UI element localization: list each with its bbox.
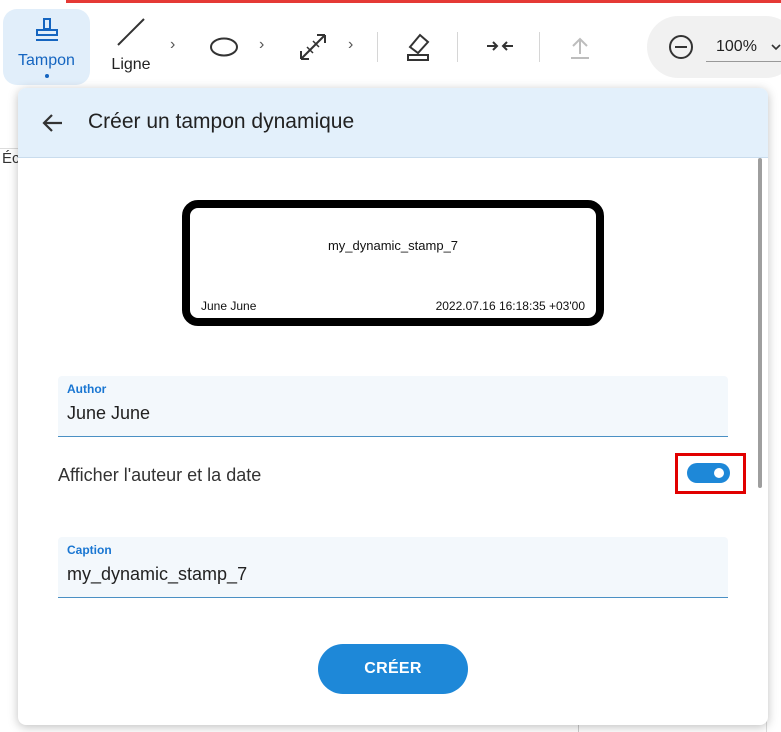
dialog-scrollbar[interactable]	[758, 158, 762, 488]
stamp-preview-date: 2022.07.16 16:18:35 +03'00	[435, 299, 585, 313]
caption-field-label: Caption	[67, 543, 112, 557]
ellipse-icon[interactable]	[208, 36, 240, 58]
zoom-select[interactable]: 100%	[706, 38, 781, 62]
zoom-value: 100%	[716, 38, 757, 55]
zoom-out-icon[interactable]	[667, 33, 695, 61]
upload-icon[interactable]	[568, 34, 592, 62]
toolbar-divider	[457, 32, 458, 62]
line-tool-label: Ligne	[111, 56, 151, 73]
toolbar: Tampon Ligne › › › 100%	[0, 0, 781, 92]
caption-input[interactable]	[67, 561, 707, 587]
background-divider	[0, 148, 20, 149]
arrow-icon[interactable]	[296, 30, 330, 64]
stamp-preview: my_dynamic_stamp_7 June June 2022.07.16 …	[182, 200, 604, 326]
toggle-knob	[714, 468, 724, 478]
show-author-date-label: Afficher l'auteur et la date	[58, 465, 262, 485]
stamp-preview-caption: my_dynamic_stamp_7	[327, 238, 459, 253]
chevron-down-icon[interactable]	[771, 42, 781, 52]
stamp-preview-author: June June	[201, 299, 257, 313]
author-input[interactable]	[67, 400, 707, 426]
author-field-label: Author	[67, 382, 107, 396]
eraser-icon[interactable]	[404, 31, 432, 63]
ellipse-chevron-icon[interactable]: ›	[259, 36, 264, 54]
author-field: Author	[58, 376, 728, 437]
create-button[interactable]: CRÉER	[318, 644, 468, 694]
caption-field: Caption	[58, 537, 728, 598]
background-partial-text: Éc	[2, 150, 20, 167]
show-author-date-toggle[interactable]	[687, 463, 730, 483]
line-chevron-icon[interactable]: ›	[170, 36, 175, 54]
toolbar-divider	[539, 32, 540, 62]
stamp-tool-button[interactable]: Tampon	[3, 9, 90, 85]
active-dot	[44, 74, 49, 78]
background-divider	[578, 724, 579, 732]
back-arrow-icon[interactable]	[40, 110, 66, 136]
stamp-tool-label: Tampon	[18, 52, 75, 69]
compress-icon[interactable]	[485, 34, 515, 58]
dialog-header: Créer un tampon dynamique	[18, 88, 768, 158]
stamp-icon	[35, 18, 58, 41]
line-icon	[117, 18, 145, 46]
dialog-title: Créer un tampon dynamique	[88, 110, 355, 133]
line-tool-button[interactable]: Ligne	[100, 12, 162, 78]
arrow-chevron-icon[interactable]: ›	[348, 36, 353, 54]
create-dynamic-stamp-dialog: Créer un tampon dynamique my_dynamic_sta…	[18, 88, 768, 725]
toolbar-divider	[377, 32, 378, 62]
